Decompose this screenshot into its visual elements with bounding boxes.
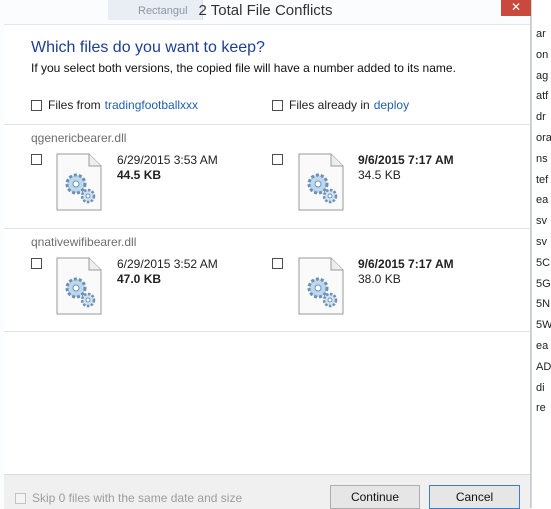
source-folder-link[interactable]: tradingfootballxxx: [105, 98, 198, 112]
source-file-size: 47.0 KB: [117, 272, 162, 286]
skip-same-files-checkbox: [15, 492, 26, 504]
source-file-date: 6/29/2015 3:53 AM: [117, 153, 218, 167]
source-file-date: 6/29/2015 3:52 AM: [117, 257, 218, 271]
dest-file-date: 9/6/2015 7:17 AM: [358, 257, 454, 271]
dialog-title: 2 Total File Conflicts: [198, 2, 333, 19]
continue-button[interactable]: Continue: [330, 485, 420, 509]
conflict-file-name: qgenericbearer.dll: [31, 131, 127, 145]
select-all-dest-checkbox[interactable]: [272, 99, 283, 111]
skip-same-files-label: Skip 0 files with the same date and size: [32, 491, 243, 505]
background-text-fragment: 5G: [536, 277, 551, 290]
file-conflicts-dialog: Rectangul 2 Total File Conflicts ✕ Which…: [0, 0, 531, 509]
dest-file-size: 38.0 KB: [358, 272, 401, 286]
keep-source-checkbox[interactable]: [31, 258, 42, 269]
select-all-dest-option[interactable]: Files already in deploy: [272, 98, 409, 112]
source-file-size: 44.5 KB: [117, 168, 162, 182]
keep-source-checkbox[interactable]: [31, 154, 42, 165]
background-text-fragment: sv: [536, 236, 547, 248]
dialog-footer: Skip 0 files with the same date and size…: [4, 474, 530, 509]
background-text-fragment: 5C: [536, 256, 551, 269]
dest-file-size: 34.5 KB: [358, 168, 401, 182]
cancel-button[interactable]: Cancel: [429, 485, 520, 509]
select-all-dest-label: Files already in: [289, 98, 370, 112]
dll-file-icon[interactable]: [56, 153, 102, 211]
background-text-fragment: 5W: [536, 319, 551, 332]
background-text-fragment: atf: [536, 90, 549, 103]
background-text-fragment: ar: [536, 28, 546, 40]
question-subtext: If you select both versions, the copied …: [31, 61, 456, 75]
dest-file-date: 9/6/2015 7:17 AM: [358, 153, 454, 167]
dll-file-icon[interactable]: [298, 153, 344, 211]
conflict-file-name: qnativewifibearer.dll: [31, 235, 137, 249]
select-all-source-label: Files from: [48, 98, 101, 112]
background-text-fragment: ea: [536, 194, 549, 207]
skip-same-files-option: Skip 0 files with the same date and size: [15, 491, 242, 505]
background-text-fragment: ora: [536, 132, 551, 144]
dest-folder-link[interactable]: deploy: [374, 98, 409, 112]
background-text-fragment: tef: [536, 173, 549, 186]
question-heading: Which files do you want to keep?: [31, 39, 265, 56]
background-text-fragment: 5N: [536, 298, 551, 311]
background-text-fragment: sv: [536, 215, 547, 228]
select-all-source-option[interactable]: Files from tradingfootballxxx: [31, 98, 198, 112]
divider: [4, 331, 530, 332]
divider: [4, 228, 530, 229]
keep-dest-checkbox[interactable]: [272, 258, 283, 269]
keep-dest-checkbox[interactable]: [272, 154, 283, 165]
dll-file-icon[interactable]: [298, 257, 344, 315]
select-all-source-checkbox[interactable]: [31, 99, 42, 111]
divider: [4, 124, 530, 125]
close-button[interactable]: ✕: [501, 0, 531, 16]
background-text-fragment: re: [536, 402, 546, 415]
dialog-content: Which files do you want to keep? If you …: [4, 24, 530, 475]
close-icon: ✕: [510, 0, 522, 14]
background-text-fragment: ag: [536, 69, 549, 82]
background-text-fragment: on: [536, 48, 549, 61]
dll-file-icon[interactable]: [56, 257, 102, 315]
background-text-fragment: ea: [536, 340, 549, 352]
background-text-fragment: dr: [536, 111, 546, 124]
background-text-fragment: ns: [536, 152, 548, 165]
background-text-fragment: di: [536, 381, 545, 394]
background-text-fragment: AD: [536, 360, 551, 373]
background-window-strip: ar on ag atf dr ora ns tef ea sv sv 5C 5G 5N 5W ea AD di r…: [531, 0, 551, 508]
